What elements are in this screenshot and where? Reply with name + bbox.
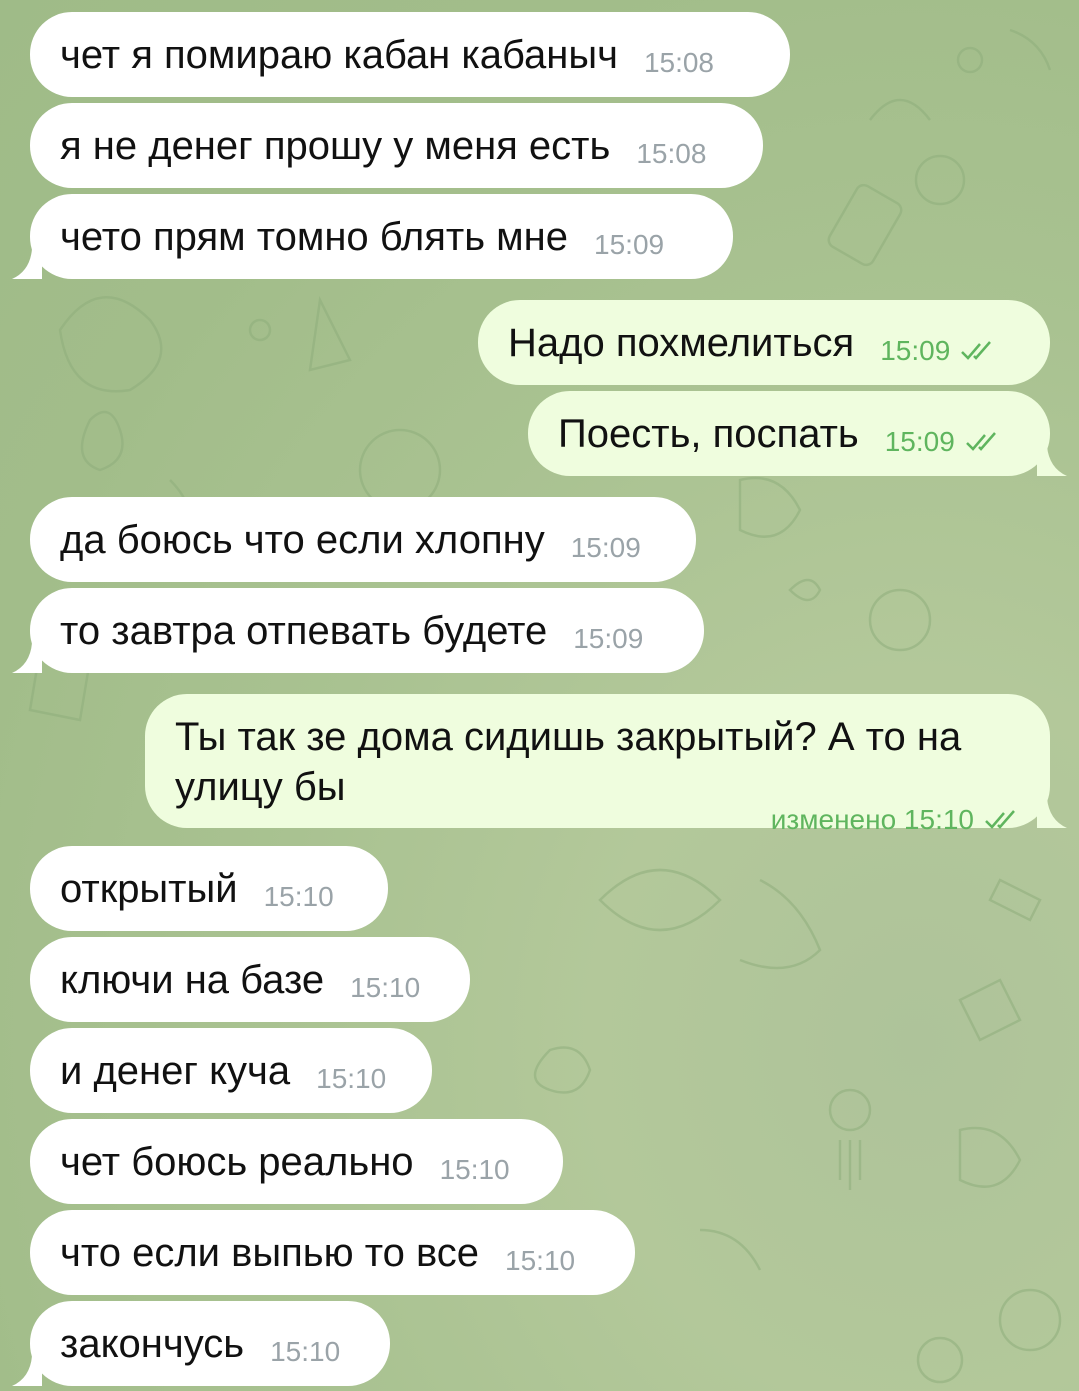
message-text: ключи на базе <box>60 957 325 1002</box>
message-meta: 15:09 <box>885 426 1001 458</box>
message-bubble-incoming[interactable]: и денег куча 15:10 <box>30 1028 432 1113</box>
message-bubble-incoming[interactable]: закончусь 15:10 <box>30 1301 390 1386</box>
message-bubble-incoming[interactable]: чето прям томно блять мне 15:09 <box>30 194 733 279</box>
message-text: открытый <box>60 866 238 911</box>
message-time: 15:10 <box>350 971 421 1003</box>
message-time: 15:09 <box>570 531 641 563</box>
message-time: 15:09 <box>573 622 644 654</box>
message-bubble-incoming[interactable]: да боюсь что если хлопну 15:09 <box>30 497 696 582</box>
message-bubble-outgoing[interactable]: Ты так зе дома сидишь закрытый? А то на … <box>145 694 1050 835</box>
message-text: и денег куча <box>60 1048 291 1093</box>
message-time: 15:09 <box>884 425 955 457</box>
message-time: 15:10 <box>270 1335 341 1367</box>
message-bubble-incoming[interactable]: что если выпью то все 15:10 <box>30 1210 635 1295</box>
double-check-icon <box>961 340 992 360</box>
message-text: да боюсь что если хлопну <box>60 517 545 562</box>
message-bubble-incoming[interactable]: чет я помираю кабан кабаныч 15:08 <box>30 12 790 97</box>
message-list[interactable]: чет я помираю кабан кабаныч 15:08 я не д… <box>0 0 1079 1391</box>
message-time: 15:08 <box>636 137 707 169</box>
message-time: 15:10 <box>505 1244 576 1276</box>
message-bubble-incoming[interactable]: чет боюсь реально 15:10 <box>30 1119 563 1204</box>
double-check-icon <box>965 431 996 451</box>
message-bubble-incoming[interactable]: ключи на базе 15:10 <box>30 937 470 1022</box>
message-meta: 15:09 <box>880 335 996 367</box>
bubble-tail <box>12 249 42 279</box>
bubble-tail <box>12 1356 42 1386</box>
message-text: Ты так зе дома сидишь закрытый? А то на … <box>175 715 962 809</box>
message-text: закончусь <box>60 1321 245 1366</box>
message-time: 15:10 <box>316 1062 387 1094</box>
bubble-tail <box>1037 798 1067 828</box>
bubble-tail <box>1037 446 1067 476</box>
message-bubble-incoming[interactable]: то завтра отпевать будете 15:09 <box>30 588 704 673</box>
message-text: чето прям томно блять мне <box>60 214 569 259</box>
message-bubble-incoming[interactable]: открытый 15:10 <box>30 846 388 931</box>
message-text: Поесть, поспать <box>558 411 859 456</box>
message-text: чет я помираю кабан кабаныч <box>60 32 618 77</box>
message-bubble-incoming[interactable]: я не денег прошу у меня есть 15:08 <box>30 103 763 188</box>
message-bubble-outgoing[interactable]: Поесть, поспать 15:09 <box>528 391 1050 476</box>
message-text: я не денег прошу у меня есть <box>60 123 611 168</box>
message-text: чет боюсь реально <box>60 1139 414 1184</box>
message-time: 15:10 <box>439 1153 510 1185</box>
bubble-tail <box>12 643 42 673</box>
message-meta: изменено 15:10 <box>771 804 1020 836</box>
message-time: 15:10 <box>903 804 974 835</box>
message-edited-label: изменено <box>770 804 897 835</box>
message-text: то завтра отпевать будете <box>60 608 548 653</box>
message-time: 15:09 <box>880 334 951 366</box>
message-time: 15:10 <box>263 880 334 912</box>
message-bubble-outgoing[interactable]: Надо похмелиться 15:09 <box>478 300 1050 385</box>
message-text: что если выпью то все <box>60 1230 480 1275</box>
message-time: 15:09 <box>594 228 665 260</box>
double-check-icon <box>985 810 1015 829</box>
message-time: 15:08 <box>643 46 715 78</box>
message-text: Надо похмелиться <box>508 320 855 365</box>
